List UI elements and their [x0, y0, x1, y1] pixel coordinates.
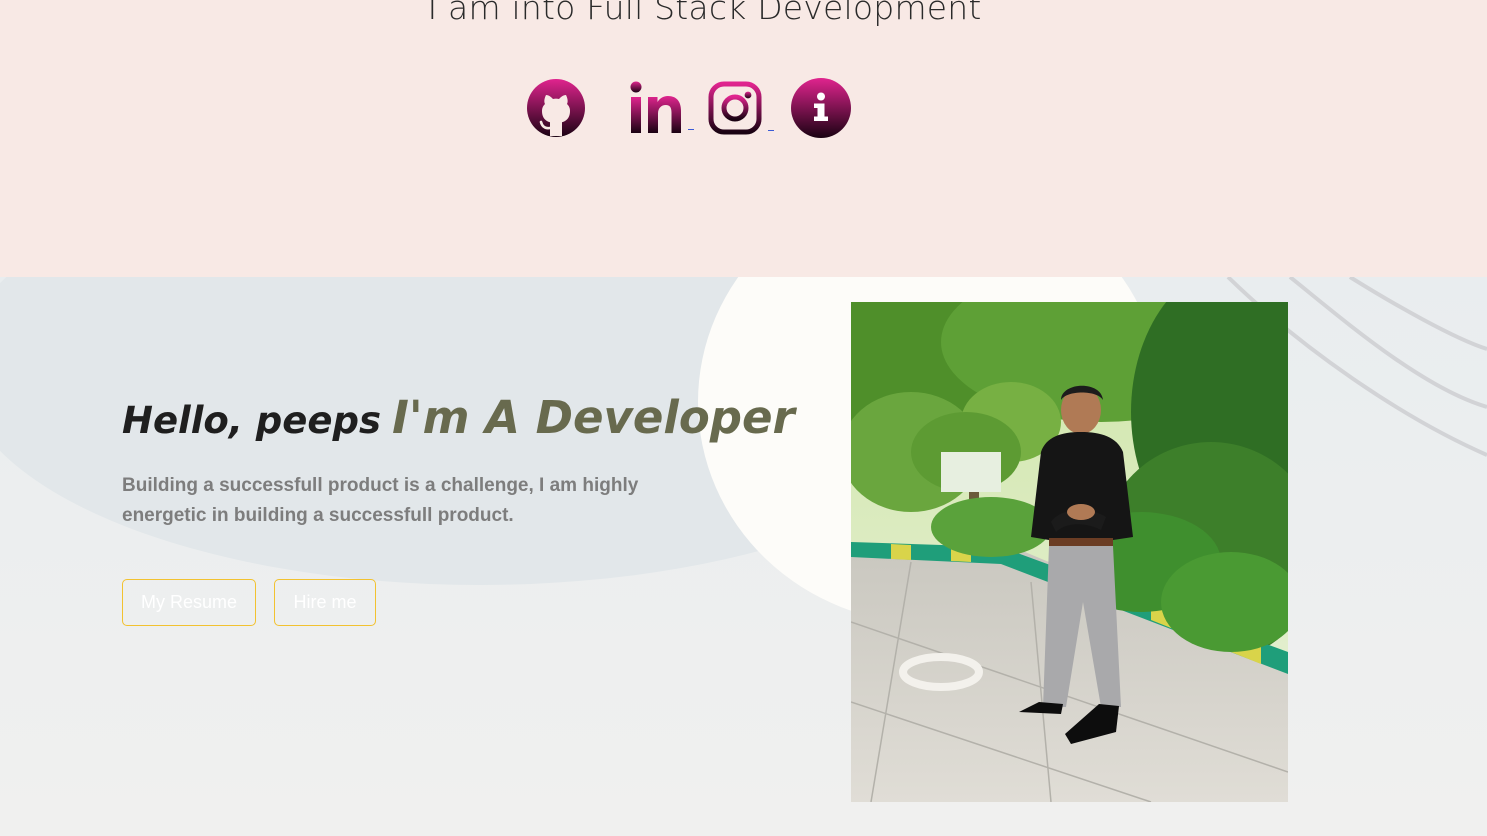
tagline: I am into Full Stack Development	[427, 0, 982, 27]
link-underline	[688, 129, 694, 130]
headline-text: I'm A Developer	[392, 391, 795, 444]
page: I am into Full Stack Development Hello, …	[0, 0, 1487, 836]
hero-description: Building a successfull product is a chal…	[122, 475, 639, 526]
linkedin-icon	[630, 81, 681, 133]
hire-me-button[interactable]: Hire me	[274, 579, 376, 626]
linkedin-link[interactable]	[628, 80, 694, 136]
link-underline	[768, 130, 774, 131]
my-resume-button[interactable]: My Resume	[122, 579, 256, 626]
intro-section: I am into Full Stack Development	[0, 0, 1487, 277]
instagram-link[interactable]	[706, 79, 774, 137]
github-icon	[527, 79, 585, 137]
greeting-text: Hello, peeps	[122, 399, 381, 442]
hero-section: Hello, peeps I'm A Developer Building a …	[0, 277, 1487, 836]
info-link[interactable]	[790, 77, 852, 139]
info-icon	[791, 78, 851, 138]
github-link[interactable]	[526, 78, 586, 138]
social-links	[526, 76, 852, 140]
developer-photo	[851, 302, 1288, 802]
instagram-icon	[708, 81, 762, 135]
hero-heading: Hello, peeps I'm A Developer	[122, 391, 795, 444]
